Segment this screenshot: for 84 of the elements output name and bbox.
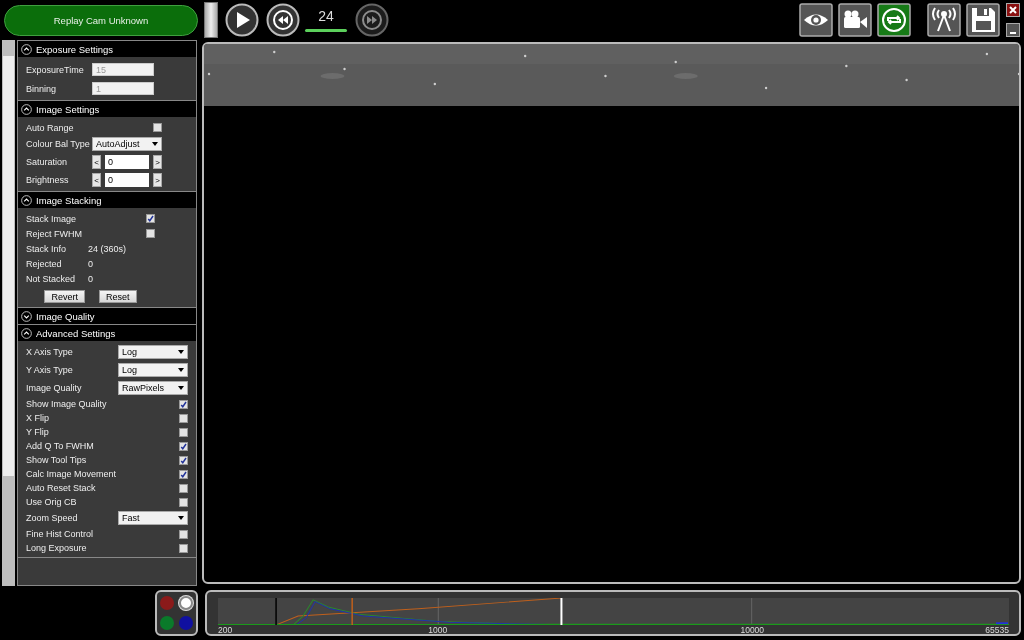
setting-label: Show Tool Tips [26,455,87,465]
frame-counter: 24 [318,8,334,24]
increment-button[interactable]: > [153,155,162,169]
section-header[interactable]: Advanced Settings [18,325,196,341]
antenna-icon[interactable] [927,3,961,37]
checkbox[interactable] [179,543,188,553]
checkbox[interactable] [179,483,188,493]
loop-icon[interactable] [877,3,911,37]
axis-label: 65535 [985,625,1009,635]
axis-label: 200 [218,625,233,635]
info-value: 0 [88,258,93,269]
checkbox[interactable] [179,529,188,539]
checkbox[interactable] [146,214,155,223]
info-value: 24 (360s) [88,243,127,254]
setting-label: Y Flip [26,427,49,437]
checkbox[interactable] [146,229,155,238]
channel-dot[interactable] [160,596,174,610]
video-camera-icon[interactable] [838,3,872,37]
setting-label: Rejected [26,258,63,269]
camera-source-button[interactable]: Replay Cam Unknown [4,4,198,36]
checkbox[interactable] [179,441,188,451]
checkbox[interactable] [179,455,188,465]
setting-label: Show Image Quality [26,399,107,409]
increment-button[interactable]: > [153,173,162,187]
setting-label: Colour Bal Type [26,139,90,149]
dropdown[interactable]: Log [118,345,188,359]
rewind-icon[interactable] [266,3,300,37]
setting-label: Long Exposure [26,543,87,553]
setting-label: Stack Info [26,243,68,254]
minimize-icon[interactable] [1006,23,1020,37]
checkbox[interactable] [179,399,188,409]
play-icon[interactable] [225,3,259,37]
checkbox[interactable] [179,427,188,437]
checkbox[interactable] [179,469,188,479]
setting-label: Brightness [26,175,69,185]
setting-label: Fine Hist Control [26,529,94,539]
caret-icon [178,386,184,390]
axis-label: 10000 [740,625,765,635]
setting-label: Image Quality [26,383,82,393]
channel-dot[interactable] [160,616,174,630]
checkbox[interactable] [179,497,188,507]
dropdown[interactable]: Fast [118,511,188,525]
dropdown[interactable]: Log [118,363,188,377]
caret-icon [178,350,184,354]
setting-label: X Flip [26,413,49,423]
setting-label: Auto Reset Stack [26,483,96,493]
number-field[interactable]: 0 [105,173,149,187]
setting-label: Binning [26,83,57,94]
setting-label: Add Q To FWHM [26,441,94,451]
setting-label: Saturation [26,157,68,167]
setting-label: Y Axis Type [26,365,73,375]
setting-label: Auto Range [26,122,74,133]
panel-button[interactable]: Revert [44,290,85,303]
setting-label: Zoom Speed [26,513,78,523]
setting-label: Use Orig CB [26,497,77,507]
setting-label: Calc Image Movement [26,469,117,479]
decrement-button[interactable]: < [92,155,101,169]
dropdown[interactable]: RawPixels [118,381,188,395]
setting-label: Reject FWHM [26,228,83,239]
caret-icon [178,368,184,372]
caret-icon [178,516,184,520]
channel-dot[interactable] [179,616,193,630]
section-header[interactable]: Exposure Settings [18,41,196,57]
dropdown[interactable]: AutoAdjust [92,137,162,151]
close-icon[interactable] [1006,3,1020,17]
slider-handle[interactable] [204,2,218,38]
eye-icon[interactable] [799,3,833,37]
section-header[interactable]: Image Stacking [18,192,196,208]
checkbox[interactable] [179,413,188,423]
number-field[interactable]: 0 [105,155,149,169]
axis-label: 1000 [428,625,448,635]
section-header[interactable]: Image Settings [18,101,196,117]
setting-label: ExposureTime [26,64,84,75]
setting-label: Stack Image [26,213,78,224]
info-value: 0 [88,273,93,284]
panel-button[interactable]: Reset [99,290,137,303]
channel-dot[interactable] [179,596,193,610]
setting-label: Not Stacked [26,273,77,284]
decrement-button[interactable]: < [92,173,101,187]
section-header[interactable]: Image Quality [18,308,196,324]
setting-label: X Axis Type [26,347,73,357]
caret-icon [152,142,158,146]
scrollbar[interactable] [2,40,15,586]
checkbox[interactable] [153,123,162,132]
